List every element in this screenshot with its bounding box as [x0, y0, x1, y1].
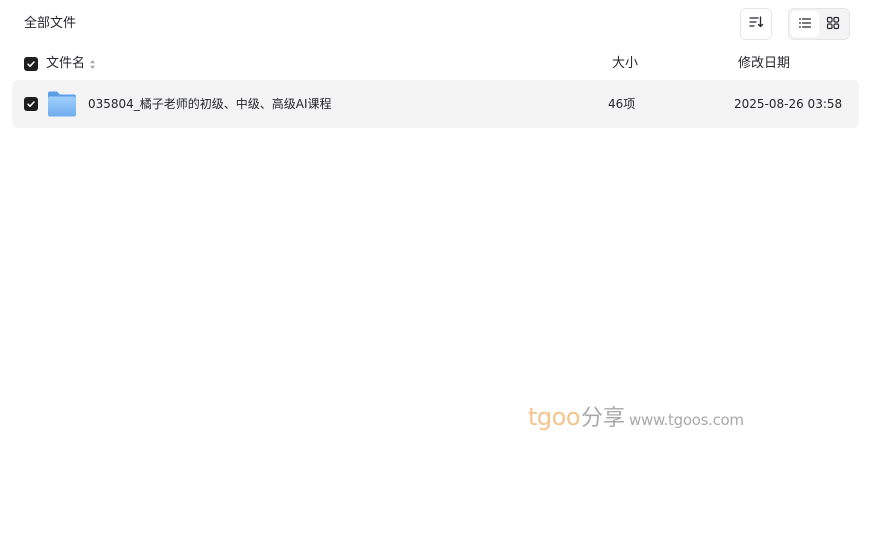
sort-icon	[748, 14, 764, 34]
file-name[interactable]: 035804_橘子老师的初级、中级、高级AI课程	[88, 94, 332, 114]
select-all-checkbox[interactable]	[24, 57, 38, 71]
view-toggle	[788, 8, 850, 40]
row-checkbox[interactable]	[24, 97, 38, 111]
list-view-button[interactable]	[791, 11, 819, 37]
file-modified: 2025-08-26 03:58	[734, 97, 843, 111]
breadcrumb[interactable]: 全部文件	[24, 14, 76, 34]
sort-caret-icon[interactable]	[89, 59, 96, 70]
watermark-url: www.tgoos.com	[629, 411, 744, 429]
list-view-icon	[798, 15, 812, 34]
column-name-label: 文件名	[46, 56, 86, 71]
sort-button[interactable]	[740, 8, 772, 40]
watermark: tgoo 分享 www.tgoos.com	[528, 400, 744, 432]
watermark-brand: tgoo	[528, 403, 581, 431]
grid-view-icon	[826, 15, 840, 34]
table-header: 文件名 大小 修改日期	[12, 50, 859, 78]
file-size: 46项	[608, 97, 636, 111]
column-header-size[interactable]: 大小	[612, 54, 638, 74]
grid-view-button[interactable]	[819, 11, 847, 37]
table-row[interactable]: 035804_橘子老师的初级、中级、高级AI课程 46项 2025-08-26 …	[12, 80, 859, 128]
column-header-name[interactable]: 文件名	[46, 54, 96, 74]
folder-icon	[47, 90, 77, 118]
watermark-cn: 分享	[581, 406, 626, 431]
file-manager: 全部文件 文件名 大小 修改日期 035804_橘子老师的初级、中级、高级AI课…	[0, 0, 874, 538]
checkmark-icon	[27, 61, 35, 67]
column-header-modified[interactable]: 修改日期	[738, 54, 790, 74]
checkmark-icon	[27, 101, 35, 107]
